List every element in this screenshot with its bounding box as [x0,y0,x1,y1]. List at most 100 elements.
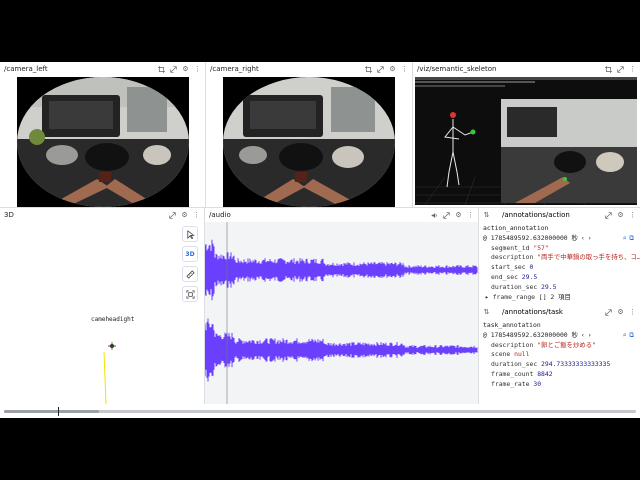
search-icon[interactable]: ⌕ [623,234,627,244]
panel-header: /audio ⚙ ⋮ [205,208,478,222]
pointer-icon [186,229,195,239]
copy-icon[interactable]: ⧉ [629,234,634,244]
gear-icon[interactable]: ⚙ [389,65,396,73]
crop-icon[interactable] [158,65,165,73]
field-key: frame_rate [491,379,530,388]
field-row: duration_sec 294.73333333333335 [483,360,640,370]
annotation-heading: task_annotation [483,321,541,329]
measure-tool-button[interactable] [182,266,198,282]
camera-image [0,76,205,207]
audio-waveform[interactable] [205,222,478,404]
expand-icon[interactable] [605,308,612,316]
expand-icon[interactable] [605,211,612,219]
chevron-right-icon[interactable]: › [588,331,592,341]
fit-icon [186,290,195,299]
field-row: description "卵とご飯を炒める" [483,341,640,351]
viz-skeleton-panel: /viz/semantic_skeleton ⋮ [413,62,640,207]
timestamp: @ 1785489592.632000000 秒 [483,233,578,242]
timeline-progress [4,410,99,413]
chevron-right-icon[interactable]: › [588,234,592,244]
more-icon[interactable]: ⋮ [629,211,636,219]
field-row: ▸ frame_range [] 2 項目 [483,293,640,303]
chevron-left-icon[interactable]: ‹ [581,331,585,341]
skeleton-visualization [415,77,637,206]
field-row: end_sec 29.5 [483,273,640,283]
field-row: segment_id "57" [483,244,640,254]
expand-icon[interactable] [443,211,450,219]
more-icon[interactable]: ⋮ [194,65,201,73]
volume-icon[interactable] [431,212,438,219]
crop-icon[interactable] [365,65,372,73]
select-tool-button[interactable] [182,226,198,242]
sort-icon[interactable]: ⇅ [483,211,490,219]
gear-icon[interactable]: ⚙ [617,308,624,316]
field-value: "57" [533,243,549,252]
field-row: frame_rate 30 [483,380,640,390]
field-value: 0 [529,263,534,272]
panel-title: /camera_right [210,65,259,73]
view-3d-panel: 3D ⚙ ⋮ cameheadight 3D [0,208,204,404]
field-key: duration_sec [491,282,538,291]
audio-panel: /audio ⚙ ⋮ [205,208,478,404]
action-annotation-panel: ⇅ /annotations/action ⚙ ⋮ action_annotat… [479,208,640,305]
expand-icon[interactable] [617,65,624,73]
more-icon[interactable]: ⋮ [193,211,200,219]
timestamp-row: @ 1785489592.632000000 秒 ‹ › ⌕ ⧉ [483,234,640,244]
expand-icon[interactable] [377,65,384,73]
camera-image [206,76,412,207]
copy-icon[interactable]: ⧉ [629,331,634,341]
action-annotation-content: action_annotation @ 1785489592.632000000… [479,224,640,302]
ruler-icon [185,269,195,279]
expand-icon[interactable] [170,65,177,73]
more-icon[interactable]: ⋮ [629,65,636,73]
view-3d-button[interactable]: 3D [182,246,198,262]
sort-icon[interactable]: ⇅ [483,308,490,316]
field-row: frame_count 8842 [483,370,640,380]
timestamp: @ 1785489592.632000000 秒 [483,330,578,339]
panel-header: ⇅ /annotations/task ⚙ ⋮ [479,305,640,319]
crop-icon[interactable] [605,65,612,73]
field-key: scene [491,350,511,359]
field-key: frame_count [491,369,534,378]
field-key: end_sec [491,272,518,281]
panel-header: /camera_left ⚙ ⋮ [0,62,205,76]
field-row: duration_sec 29.5 [483,283,640,293]
more-icon[interactable]: ⋮ [467,211,474,219]
panel-header: /camera_right ⚙ ⋮ [206,62,412,76]
waveform-channel [205,239,478,301]
field-key: description [491,340,534,349]
entity-label: cameheadight [91,316,135,323]
field-value: 294.73333333333335 [541,360,611,369]
field-value: "両手で中華鍋の取っ手を持ち、コ… [537,253,640,262]
timeline-track[interactable] [4,407,636,416]
3d-viewport[interactable]: cameheadight [0,222,204,404]
task-annotation-panel: ⇅ /annotations/task ⚙ ⋮ task_annotation … [479,305,640,404]
more-icon[interactable]: ⋮ [401,65,408,73]
annotation-heading: action_annotation [483,224,549,232]
field-value: 30 [533,379,542,388]
gear-icon[interactable]: ⚙ [182,65,189,73]
waveform-channel [205,318,478,382]
panel-title: /viz/semantic_skeleton [417,65,497,73]
timeline-bar [0,406,640,418]
gear-icon[interactable]: ⚙ [617,211,624,219]
field-value: 29.5 [541,282,557,291]
panel-header: /viz/semantic_skeleton ⋮ [413,62,640,76]
gear-icon[interactable]: ⚙ [181,211,188,219]
chevron-left-icon[interactable]: ‹ [581,234,585,244]
panel-header: ⇅ /annotations/action ⚙ ⋮ [479,208,640,222]
field-key: segment_id [491,243,530,252]
search-icon[interactable]: ⌕ [623,331,627,341]
expand-icon[interactable] [169,211,176,219]
gear-icon[interactable]: ⚙ [455,211,462,219]
more-icon[interactable]: ⋮ [629,308,636,316]
fit-view-button[interactable] [182,286,198,302]
panel-title: /camera_left [4,65,48,73]
field-key: start_sec [491,263,526,272]
field-value: null [514,350,530,359]
timeline-playhead[interactable] [58,407,60,416]
expand-caret-icon[interactable]: ▸ [485,293,493,301]
camera-right-panel: /camera_right ⚙ ⋮ [206,62,412,207]
panel-title: /annotations/task [502,308,563,316]
panel-title: /annotations/action [502,211,570,219]
